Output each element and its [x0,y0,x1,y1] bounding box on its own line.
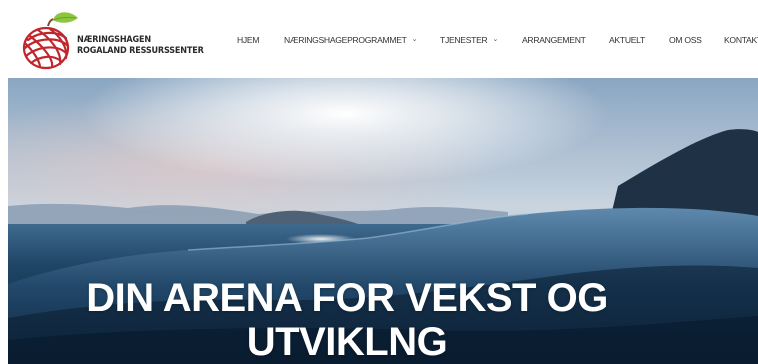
nav-item-tjenester[interactable]: TJENESTER ⌄ [440,33,498,47]
apple-logo-icon [22,12,78,70]
nav-label: ARRANGEMENT [522,35,586,45]
chevron-down-icon: ⌄ [492,36,499,43]
nav-label: AKTUELT [609,35,645,45]
hero-banner: DIN ARENA FOR VEKST OG UTVIKLNG [8,78,758,364]
hero-title-line-2: UTVIKLNG [246,320,448,364]
nav-label: HJEM [237,35,260,45]
nav-item-om-oss[interactable]: OM OSS [669,33,702,47]
nav-label: KONTAKT [724,35,758,45]
site-header: NÆRINGSHAGEN ROGALAND RESSURSSENTER HJEM… [0,0,758,78]
nav-label: OM OSS [669,35,702,45]
logo-line-2: ROGALAND RESSURSSENTER [77,46,204,56]
nav-item-aktuelt[interactable]: AKTUELT [609,33,645,47]
nav-item-kontakt[interactable]: KONTAKT [724,33,758,47]
nav-label: TJENESTER [440,35,488,45]
nav-label: NÆRINGSHAGEPROGRAMMET [284,35,407,45]
nav-item-hjem[interactable]: HJEM [237,33,260,47]
site-logo[interactable]: NÆRINGSHAGEN ROGALAND RESSURSSENTER [20,8,210,72]
hero-title-line-1: DIN ARENA FOR VEKST OG [86,276,608,320]
chevron-down-icon: ⌄ [411,36,418,43]
logo-wordmark: NÆRINGSHAGEN ROGALAND RESSURSSENTER [77,35,204,57]
nav-item-naeringshageprogrammet[interactable]: NÆRINGSHAGEPROGRAMMET ⌄ [284,33,417,47]
nav-item-arrangement[interactable]: ARRANGEMENT [522,33,586,47]
logo-line-1: NÆRINGSHAGEN [77,35,151,45]
hero-title: DIN ARENA FOR VEKST OG UTVIKLNG [8,276,686,364]
